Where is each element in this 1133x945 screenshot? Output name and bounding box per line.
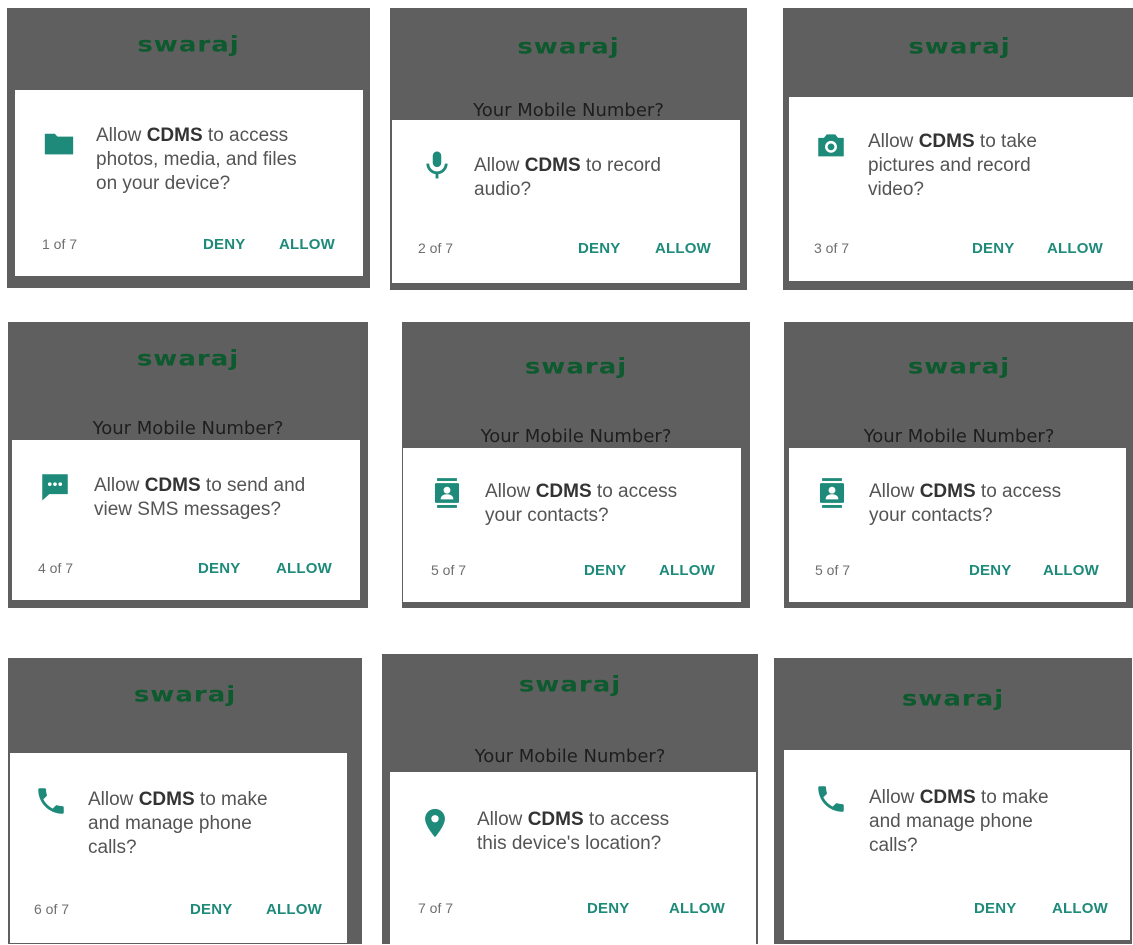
- message-prefix: Allow: [477, 809, 523, 830]
- message-prefix: Allow: [474, 155, 520, 176]
- permission-step-counter: 5 of 7: [815, 562, 851, 578]
- phone-icon: [814, 782, 848, 816]
- swaraj-logo: swaraj: [901, 686, 1005, 712]
- swaraj-logo: swaraj: [908, 34, 1011, 60]
- message-line-1: to record: [585, 155, 661, 176]
- app-name: CDMS: [524, 155, 581, 176]
- app-name: CDMS: [919, 481, 976, 502]
- mobile-number-prompt: Your Mobile Number?: [474, 746, 666, 767]
- deny-button[interactable]: DENY: [587, 900, 629, 917]
- message-line-1: to send and: [205, 475, 306, 496]
- mobile-number-prompt: Your Mobile Number?: [473, 100, 664, 121]
- message-line: your contacts?: [485, 505, 609, 526]
- message-line: pictures and record: [868, 155, 1031, 176]
- allow-button[interactable]: ALLOW: [669, 900, 725, 917]
- message-prefix: Allow: [485, 481, 531, 502]
- message-prefix: Allow: [869, 481, 915, 502]
- swaraj-logo: swaraj: [518, 672, 622, 698]
- location-pin-icon: [418, 806, 452, 840]
- message-line: calls?: [88, 837, 137, 858]
- message-line: video?: [868, 179, 924, 200]
- deny-button[interactable]: DENY: [969, 562, 1011, 579]
- message-line: this device's location?: [477, 833, 662, 854]
- message-line: audio?: [474, 179, 532, 200]
- permission-message: Allow CDMS to access this device's locati…: [477, 808, 669, 856]
- allow-button[interactable]: ALLOW: [655, 240, 711, 257]
- swaraj-logo: swaraj: [137, 32, 240, 58]
- allow-button[interactable]: ALLOW: [659, 562, 715, 579]
- microphone-icon: [420, 148, 454, 182]
- folder-icon: [42, 126, 76, 160]
- message-line-1: to take: [979, 131, 1037, 152]
- deny-button[interactable]: DENY: [584, 562, 626, 579]
- allow-button[interactable]: ALLOW: [266, 901, 322, 918]
- message-line-1: to access: [588, 809, 670, 830]
- allow-button[interactable]: ALLOW: [1043, 562, 1099, 579]
- app-name: CDMS: [144, 475, 201, 496]
- permission-message: Allow CDMS to access photos, media, and f…: [96, 124, 297, 196]
- swaraj-logo: swaraj: [524, 354, 628, 380]
- message-line: your contacts?: [869, 505, 993, 526]
- swaraj-logo: swaraj: [907, 354, 1011, 380]
- message-line: calls?: [869, 835, 918, 856]
- permission-message: Allow CDMS to access your contacts?: [869, 480, 1061, 528]
- app-name: CDMS: [535, 481, 592, 502]
- message-line-1: to access: [980, 481, 1062, 502]
- deny-button[interactable]: DENY: [190, 901, 232, 918]
- allow-button[interactable]: ALLOW: [279, 236, 335, 253]
- message-line-1: to access: [596, 481, 678, 502]
- mobile-number-prompt: Your Mobile Number?: [92, 418, 284, 439]
- permission-step-counter: 6 of 7: [34, 901, 70, 917]
- app-name: CDMS: [146, 125, 203, 146]
- phone-icon: [34, 784, 68, 818]
- permission-step-counter: 3 of 7: [814, 240, 850, 256]
- deny-button[interactable]: DENY: [203, 236, 245, 253]
- message-prefix: Allow: [94, 475, 140, 496]
- contacts-icon: [815, 476, 849, 510]
- message-prefix: Allow: [868, 131, 914, 152]
- message-line: and manage phone: [869, 811, 1033, 832]
- permission-step-counter: 2 of 7: [418, 240, 454, 256]
- message-line: photos, media, and files: [96, 149, 297, 170]
- message-line-1: to make: [199, 789, 268, 810]
- permission-message: Allow CDMS to make and manage phone calls?: [88, 788, 268, 860]
- mobile-number-prompt: Your Mobile Number?: [480, 426, 672, 447]
- permission-dialog: [390, 772, 756, 944]
- app-name: CDMS: [918, 131, 975, 152]
- permission-step-counter: 7 of 7: [418, 900, 454, 916]
- deny-button[interactable]: DENY: [972, 240, 1014, 257]
- permission-step-counter: 5 of 7: [431, 562, 467, 578]
- permission-message: Allow CDMS to record audio?: [474, 154, 661, 202]
- sms-icon: [38, 470, 72, 504]
- deny-button[interactable]: DENY: [974, 900, 1016, 917]
- swaraj-logo: swaraj: [136, 346, 240, 372]
- message-line: on your device?: [96, 173, 231, 194]
- swaraj-logo: swaraj: [517, 34, 620, 60]
- permission-message: Allow CDMS to make and manage phone calls?: [869, 786, 1049, 858]
- message-line-1: to make: [980, 787, 1049, 808]
- allow-button[interactable]: ALLOW: [1047, 240, 1103, 257]
- app-name: CDMS: [527, 809, 584, 830]
- contacts-icon: [430, 476, 464, 510]
- allow-button[interactable]: ALLOW: [1052, 900, 1108, 917]
- message-prefix: Allow: [96, 125, 142, 146]
- allow-button[interactable]: ALLOW: [276, 560, 332, 577]
- mobile-number-prompt: Your Mobile Number?: [863, 426, 1055, 447]
- message-prefix: Allow: [869, 787, 915, 808]
- permission-message: Allow CDMS to access your contacts?: [485, 480, 677, 528]
- permission-step-counter: 1 of 7: [42, 236, 78, 252]
- swaraj-logo: swaraj: [133, 682, 237, 708]
- permission-message: Allow CDMS to send and view SMS messages?: [94, 474, 305, 522]
- permission-message: Allow CDMS to take pictures and record vid…: [868, 130, 1037, 202]
- deny-button[interactable]: DENY: [198, 560, 240, 577]
- camera-icon: [814, 128, 848, 162]
- message-line: view SMS messages?: [94, 499, 281, 520]
- deny-button[interactable]: DENY: [578, 240, 620, 257]
- app-name: CDMS: [919, 787, 976, 808]
- message-line: and manage phone: [88, 813, 252, 834]
- message-line-1: to access: [207, 125, 289, 146]
- app-name: CDMS: [138, 789, 195, 810]
- message-prefix: Allow: [88, 789, 134, 810]
- permission-step-counter: 4 of 7: [38, 560, 74, 576]
